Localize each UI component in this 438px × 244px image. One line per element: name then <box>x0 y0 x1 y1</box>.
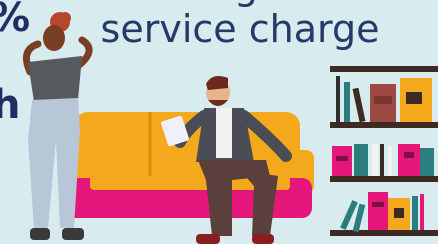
illustration-scene <box>22 12 438 244</box>
bookshelf-illustration <box>330 66 438 236</box>
